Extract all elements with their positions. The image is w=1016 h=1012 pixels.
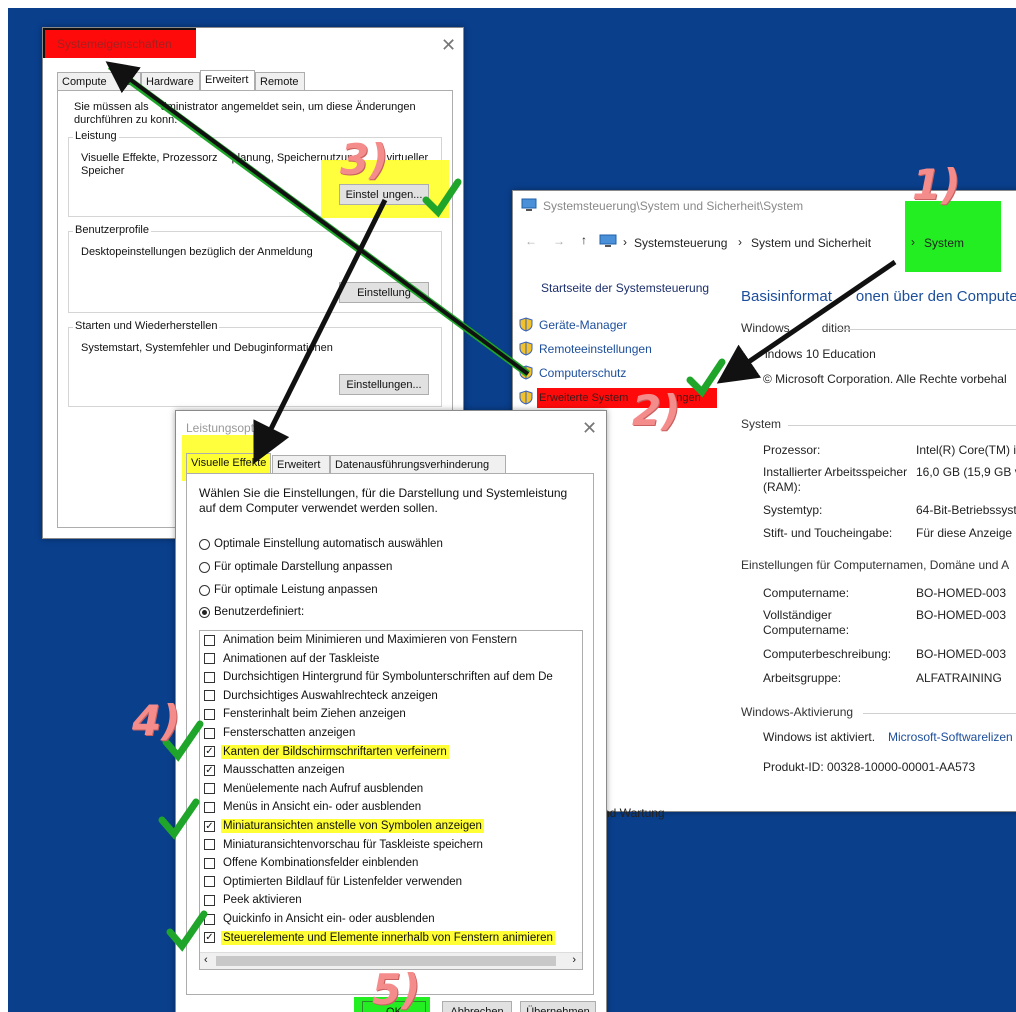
annotation-step-4: 4) bbox=[132, 696, 181, 745]
arrow-3-to-tab bbox=[253, 198, 388, 464]
check-mark-icon bbox=[686, 358, 726, 398]
screenshot: Systemsteuerung\System und Sicherheit\Sy… bbox=[0, 0, 1016, 1012]
annotation-step-3: 3) bbox=[340, 135, 389, 184]
annotation-step-2: 2) bbox=[632, 386, 681, 435]
annotation-step-5: 5) bbox=[372, 965, 421, 1012]
annotation-arrows bbox=[105, 61, 897, 952]
check-mark-icon bbox=[422, 178, 462, 218]
annotation-step-1: 1) bbox=[912, 160, 961, 209]
check-mark-icon bbox=[166, 910, 208, 952]
check-mark-icon bbox=[158, 798, 200, 840]
arrow-1-to-2 bbox=[716, 259, 897, 384]
